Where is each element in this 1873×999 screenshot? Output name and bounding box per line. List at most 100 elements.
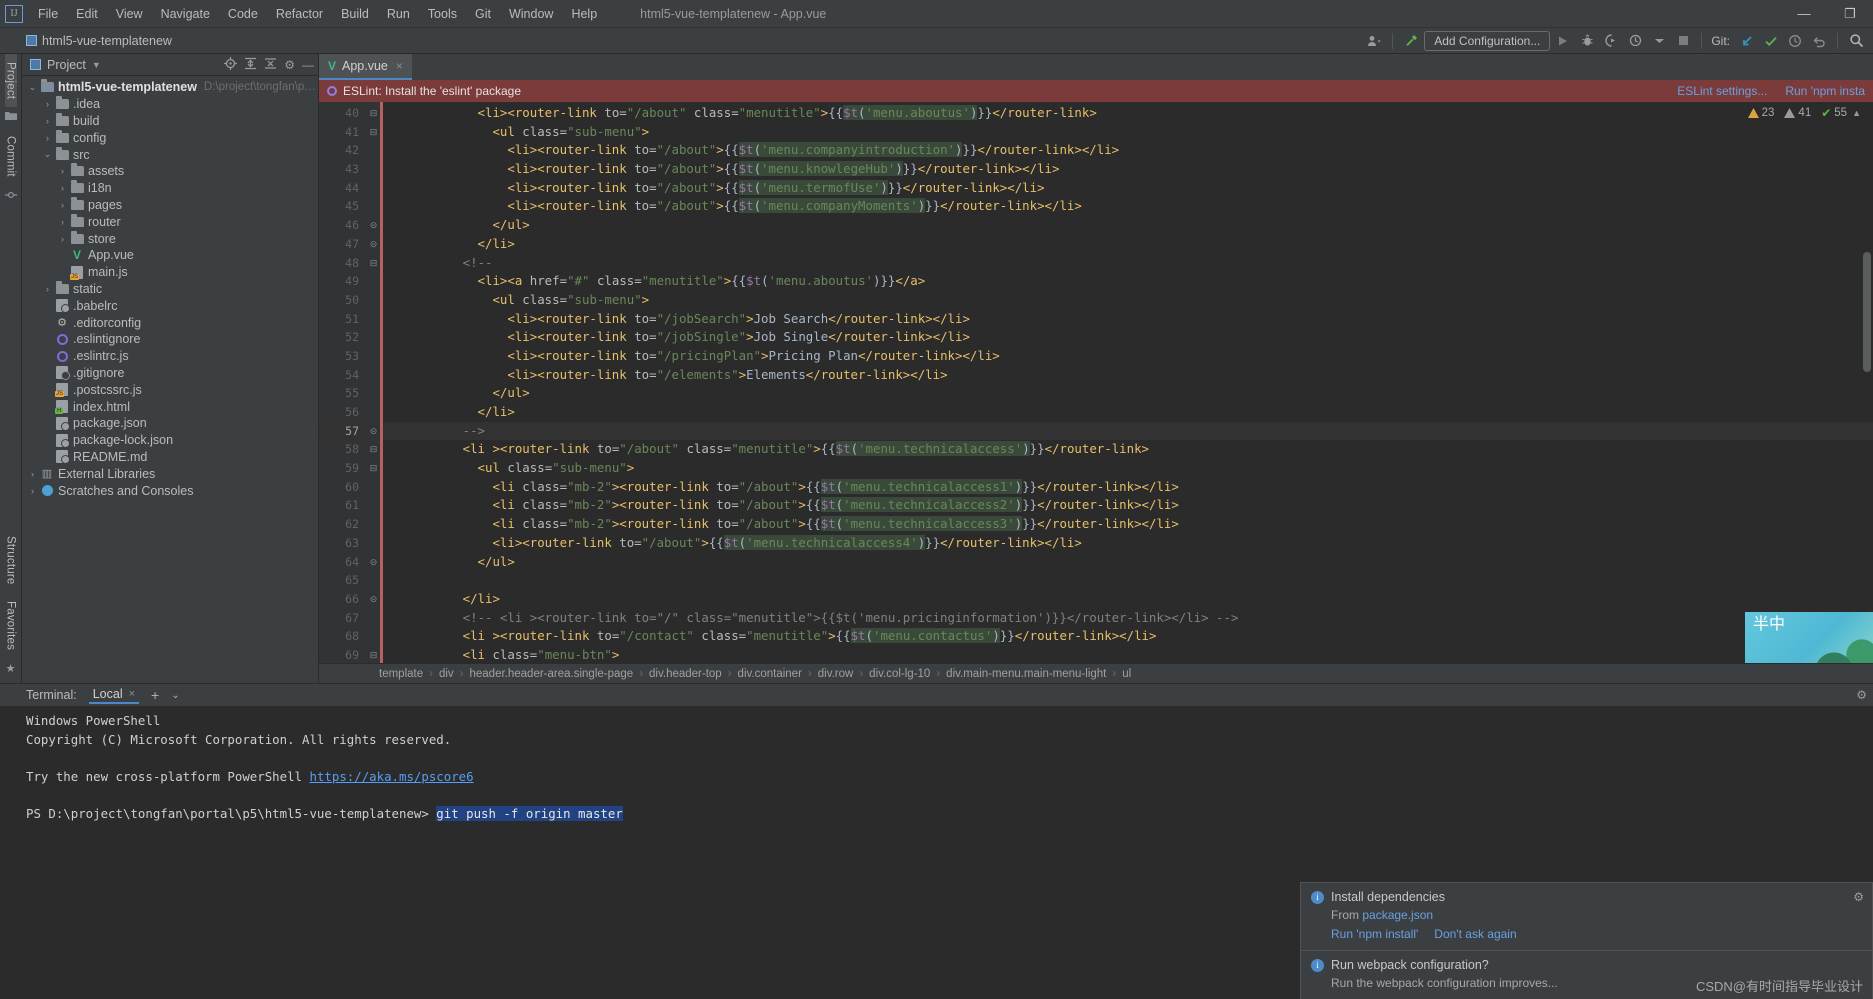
breadcrumb-item[interactable]: ul bbox=[1122, 668, 1131, 680]
tree-node-static[interactable]: › static bbox=[22, 280, 318, 298]
code-line[interactable]: <ul class="sub-menu"> bbox=[383, 123, 1873, 142]
git-rollback-icon[interactable] bbox=[1808, 31, 1830, 51]
breadcrumb-item[interactable]: div.container bbox=[738, 668, 802, 680]
code-line[interactable]: <!-- bbox=[383, 254, 1873, 273]
code-line[interactable]: <li><router-link to="/about">{{$t('menu.… bbox=[383, 141, 1873, 160]
fold-marker-icon[interactable]: ⊝ bbox=[367, 422, 380, 441]
code-line[interactable]: <li><router-link to="/about">{{$t('menu.… bbox=[383, 534, 1873, 553]
chevron-right-icon[interactable]: › bbox=[56, 234, 69, 244]
tree-node-babelrc[interactable]: .babelrc bbox=[22, 297, 318, 314]
eslint-run-npm-install-link[interactable]: Run 'npm insta bbox=[1785, 84, 1865, 98]
tree-node-build[interactable]: › build bbox=[22, 112, 318, 130]
editor-tab-app-vue[interactable]: V App.vue × bbox=[319, 54, 412, 80]
git-commit-icon[interactable] bbox=[1760, 31, 1782, 51]
code-line[interactable]: <li><router-link to="/about">{{$t('menu.… bbox=[383, 160, 1873, 179]
tree-node-index-html[interactable]: index.html bbox=[22, 398, 318, 415]
eslint-settings-link[interactable]: ESLint settings... bbox=[1677, 84, 1767, 98]
breadcrumb-item[interactable]: div.header-top bbox=[649, 668, 722, 680]
code-line[interactable]: <li class="menu-btn"> bbox=[383, 646, 1873, 663]
fold-marker-icon[interactable]: ⊟ bbox=[367, 123, 380, 142]
code-line[interactable]: </li> bbox=[383, 403, 1873, 422]
project-file-tree[interactable]: ⌄ html5-vue-templatenew D:\project\tongfan… bbox=[22, 76, 318, 683]
menu-item-file[interactable]: File bbox=[29, 4, 67, 24]
editor-vertical-scrollbar[interactable] bbox=[1861, 102, 1873, 663]
code-line[interactable]: <!-- <li ><router-link to="/" class="men… bbox=[383, 609, 1873, 628]
code-folding-gutter[interactable]: ⊟ ⊟ ⊝ ⊝ ⊟ ⊝ ⊟ ⊟ ⊝ ⊝ ⊟ bbox=[367, 102, 380, 663]
code-line[interactable]: <li><router-link to="/jobSingle">Job Sin… bbox=[383, 328, 1873, 347]
tree-node-postcssrc-js[interactable]: .postcssrc.js bbox=[22, 381, 318, 398]
stop-icon[interactable] bbox=[1672, 31, 1694, 51]
minimize-button[interactable]: — bbox=[1781, 0, 1827, 28]
tree-node-package-lock-json[interactable]: package-lock.json bbox=[22, 432, 318, 449]
chevron-down-icon[interactable] bbox=[1648, 31, 1670, 51]
chevron-right-icon[interactable]: › bbox=[26, 486, 39, 496]
new-terminal-button[interactable]: + bbox=[151, 687, 159, 703]
notification-package-json-link[interactable]: package.json bbox=[1362, 908, 1433, 922]
hammer-build-icon[interactable] bbox=[1400, 31, 1422, 51]
chevron-right-icon[interactable]: › bbox=[56, 166, 69, 176]
user-avatar-icon[interactable] bbox=[1363, 31, 1385, 51]
code-line[interactable]: <li><router-link to="/about" class="menu… bbox=[383, 104, 1873, 123]
rail-tab-project[interactable]: Project bbox=[4, 54, 17, 108]
folder-rail-icon[interactable] bbox=[4, 111, 17, 124]
breadcrumb-item[interactable]: div bbox=[439, 668, 454, 680]
profiler-icon[interactable] bbox=[1624, 31, 1646, 51]
tree-node-eslintignore[interactable]: .eslintignore bbox=[22, 331, 318, 348]
tree-node-config[interactable]: › config bbox=[22, 129, 318, 146]
fold-marker-icon[interactable]: ⊟ bbox=[367, 440, 380, 459]
chevron-right-icon[interactable]: › bbox=[56, 217, 69, 227]
tree-node-pages[interactable]: › pages bbox=[22, 196, 318, 214]
code-line[interactable]: <ul class="sub-menu"> bbox=[383, 291, 1873, 310]
rail-tab-commit[interactable]: Commit bbox=[5, 128, 17, 185]
tree-node-i18n[interactable]: › i18n bbox=[22, 180, 318, 197]
tree-node-app-vue[interactable]: V App.vue bbox=[22, 247, 318, 264]
tree-node-external-libraries[interactable]: › ▥ External Libraries bbox=[22, 465, 318, 482]
menu-item-build[interactable]: Build bbox=[332, 4, 378, 24]
tree-node-readme-md[interactable]: README.md bbox=[22, 449, 318, 466]
code-line[interactable]: <li><router-link to="/elements">Elements… bbox=[383, 366, 1873, 385]
menu-item-refactor[interactable]: Refactor bbox=[267, 4, 332, 24]
code-line[interactable]: </ul> bbox=[383, 384, 1873, 403]
tree-node-main-js[interactable]: main.js bbox=[22, 264, 318, 281]
breadcrumb-item[interactable]: div.col-lg-10 bbox=[869, 668, 930, 680]
code-line[interactable]: <li ><router-link to="/contact" class="m… bbox=[383, 627, 1873, 646]
git-update-icon[interactable] bbox=[1736, 31, 1758, 51]
breadcrumb[interactable]: template › div › header.header-area.single-p… bbox=[319, 663, 1873, 683]
code-content[interactable]: <li><router-link to="/about" class="menu… bbox=[383, 102, 1873, 663]
code-line[interactable]: <li><router-link to="/about">{{$t('menu.… bbox=[383, 197, 1873, 216]
code-line[interactable]: <ul class="sub-menu"> bbox=[383, 459, 1873, 478]
debug-icon[interactable] bbox=[1576, 31, 1598, 51]
menu-item-git[interactable]: Git bbox=[466, 4, 500, 24]
terminal-tab-local[interactable]: Local × bbox=[88, 686, 140, 704]
code-editor[interactable]: 40 41 42 43 44 45 46 47 48 49 50 51 52 53 54 55 56 57 58 59… bbox=[319, 102, 1873, 663]
tree-node-store[interactable]: › store bbox=[22, 230, 318, 247]
menu-item-edit[interactable]: Edit bbox=[67, 4, 107, 24]
tree-node-assets[interactable]: › assets bbox=[22, 163, 318, 180]
expand-all-icon[interactable] bbox=[244, 57, 257, 73]
tree-node-eslintrc-js[interactable]: .eslintrc.js bbox=[22, 348, 318, 365]
scrollbar-thumb[interactable] bbox=[1863, 252, 1871, 372]
chevron-right-icon[interactable]: › bbox=[26, 469, 39, 479]
fold-marker-icon[interactable]: ⊟ bbox=[367, 646, 380, 663]
code-line[interactable]: </ul> bbox=[383, 216, 1873, 235]
menu-item-view[interactable]: View bbox=[107, 4, 152, 24]
close-icon[interactable]: × bbox=[129, 688, 135, 700]
commit-rail-icon[interactable] bbox=[4, 189, 17, 204]
menu-item-navigate[interactable]: Navigate bbox=[152, 4, 219, 24]
breadcrumb-item[interactable]: div.main-menu.main-menu-light bbox=[946, 668, 1106, 680]
settings-icon[interactable]: ⚙ bbox=[284, 58, 295, 72]
code-line[interactable]: <li><router-link to="/about">{{$t('menu.… bbox=[383, 179, 1873, 198]
code-line[interactable]: <li ><router-link to="/about" class="men… bbox=[383, 440, 1873, 459]
chevron-right-icon[interactable]: › bbox=[56, 200, 69, 210]
fold-marker-icon[interactable]: ⊟ bbox=[367, 459, 380, 478]
project-chip[interactable]: html5-vue-templatenew bbox=[0, 34, 180, 48]
code-line[interactable]: <li class="mb-2"><router-link to="/about… bbox=[383, 496, 1873, 515]
settings-icon[interactable]: ⚙ bbox=[1856, 688, 1867, 702]
fold-marker-icon[interactable]: ⊝ bbox=[367, 553, 380, 572]
code-line[interactable]: <li><router-link to="/pricingPlan">Prici… bbox=[383, 347, 1873, 366]
code-line[interactable]: <li class="mb-2"><router-link to="/about… bbox=[383, 478, 1873, 497]
chevron-right-icon[interactable]: › bbox=[41, 284, 54, 294]
chevron-down-icon[interactable]: ⌄ bbox=[26, 82, 39, 93]
code-line[interactable]: </li> bbox=[383, 235, 1873, 254]
fold-marker-icon[interactable]: ⊟ bbox=[367, 254, 380, 273]
